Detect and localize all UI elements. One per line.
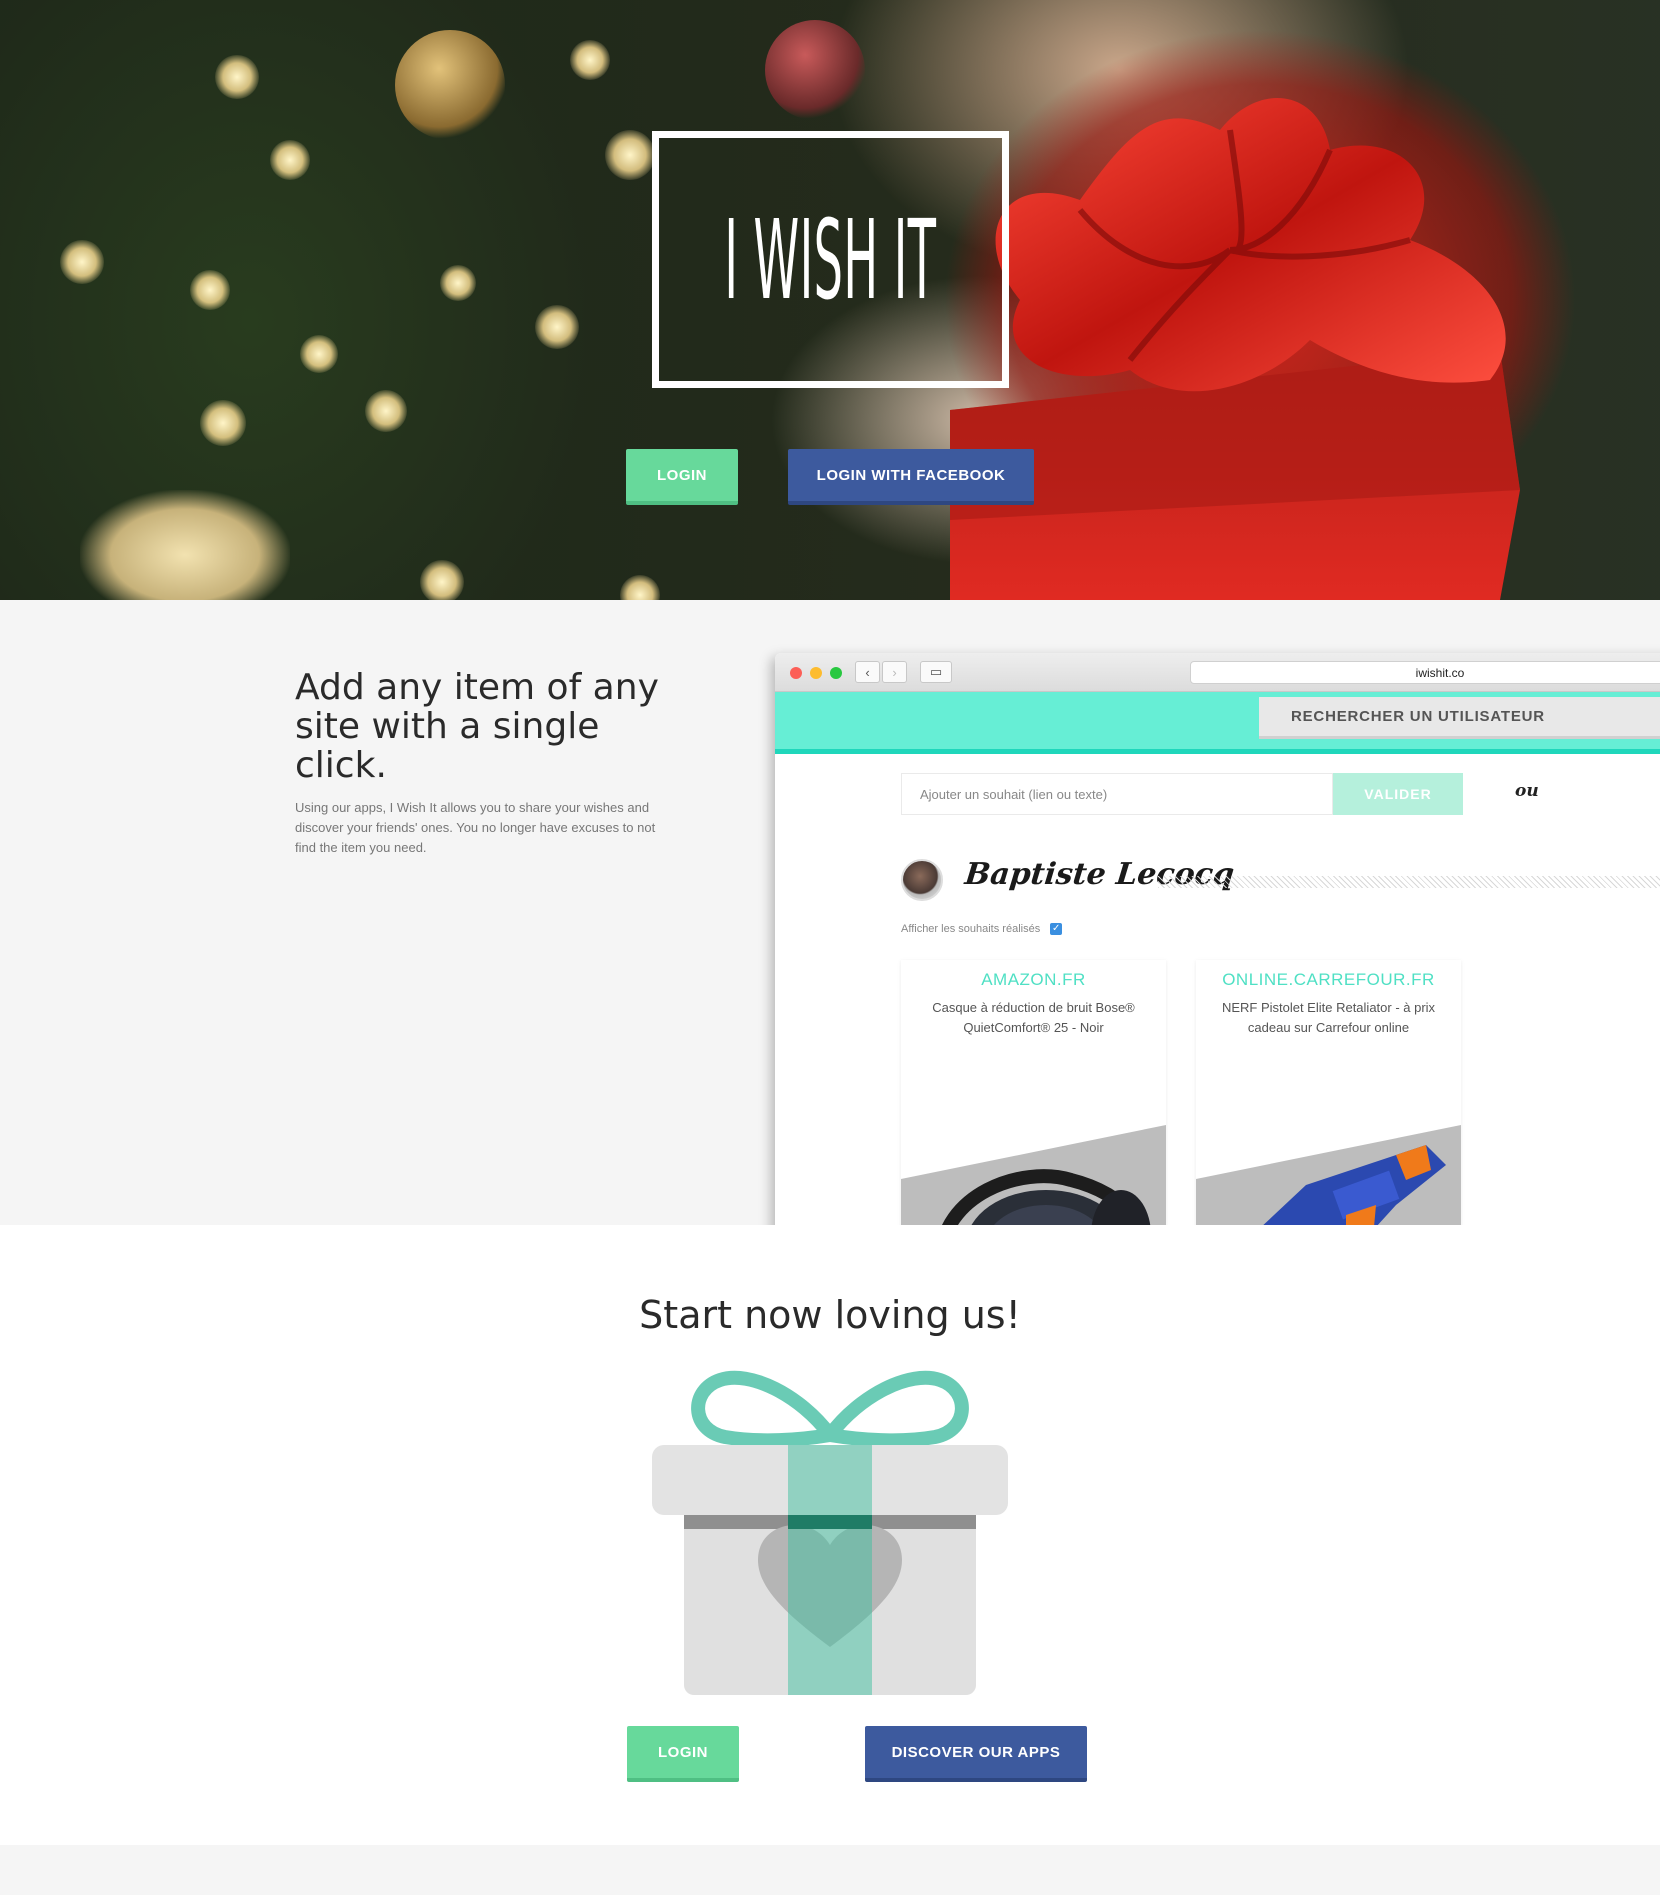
cta-login-button[interactable]: LOGIN <box>627 1726 739 1782</box>
browser-mockup: ‹ › ▭ iwishit.co RECHERCHER UN UTILISATE… <box>775 653 1660 1225</box>
back-arrow-icon: ‹ <box>855 661 880 683</box>
card-description: Casque à réduction de bruit Bose® QuietC… <box>932 1000 1135 1035</box>
forward-arrow-icon: › <box>882 661 907 683</box>
avatar <box>901 859 943 901</box>
card-image <box>901 1125 1166 1225</box>
login-button[interactable]: LOGIN <box>626 449 738 505</box>
bokeh-light <box>365 390 407 432</box>
show-done-toggle: Afficher les souhaits réalisés ✓ <box>901 923 1063 935</box>
bokeh-light <box>605 130 655 180</box>
nerf-blaster-image <box>1226 1145 1446 1225</box>
bow-decoration <box>80 490 290 600</box>
search-user-button: RECHERCHER UN UTILISATEUR <box>1259 697 1660 739</box>
red-gift-image <box>950 97 1520 600</box>
discover-apps-button[interactable]: DISCOVER OUR APPS <box>865 1726 1087 1782</box>
bokeh-light <box>300 335 338 373</box>
card-site: AMAZON.FR <box>981 970 1086 989</box>
card-image <box>1196 1125 1461 1225</box>
headphones-image <box>934 1169 1158 1225</box>
cta-section: Start now loving us! LOGIN DISCOVER OUR … <box>0 1225 1660 1845</box>
feature-section: Add any item of any site with a single c… <box>0 600 1660 1225</box>
valider-button: VALIDER <box>1333 773 1463 815</box>
feature-title: Add any item of any site with a single c… <box>295 667 659 786</box>
logo-box: I WISH IT <box>652 131 1009 388</box>
site-header: RECHERCHER UN UTILISATEUR <box>775 692 1660 754</box>
ornament <box>395 30 505 140</box>
wish-card: ONLINE.CARREFOUR.FR NERF Pistolet Elite … <box>1196 960 1461 1225</box>
bokeh-light <box>535 305 579 349</box>
card-site: ONLINE.CARREFOUR.FR <box>1222 970 1435 989</box>
sidebar-icon: ▭ <box>920 661 952 683</box>
bokeh-light <box>270 140 310 180</box>
gift-heart-icon <box>652 1370 1008 1695</box>
feature-description: Using our apps, I Wish It allows you to … <box>295 800 656 855</box>
bokeh-light <box>570 40 610 80</box>
url-bar: iwishit.co <box>1190 661 1660 684</box>
card-description: NERF Pistolet Elite Retaliator - à prix … <box>1221 1000 1436 1035</box>
login-facebook-button[interactable]: LOGIN WITH FACEBOOK <box>788 449 1034 505</box>
wish-card: AMAZON.FR Casque à réduction de bruit Bo… <box>901 960 1166 1225</box>
bokeh-light <box>190 270 230 310</box>
show-done-label: Afficher les souhaits réalisés <box>901 923 1041 935</box>
minimize-dot-icon <box>810 667 822 679</box>
bokeh-light <box>420 560 464 600</box>
bokeh-light <box>215 55 259 99</box>
cta-title: Start now loving us! <box>639 1293 1021 1337</box>
bokeh-light <box>60 240 104 284</box>
browser-toolbar: ‹ › ▭ iwishit.co <box>775 653 1660 692</box>
bokeh-light <box>200 400 246 446</box>
hatch-divider <box>1158 876 1660 888</box>
logo-text: I WISH IT <box>724 195 937 324</box>
or-label: ou <box>1515 781 1539 801</box>
bokeh-light <box>440 265 476 301</box>
footer-strip <box>0 1845 1660 1895</box>
maximize-dot-icon <box>830 667 842 679</box>
wish-input: Ajouter un souhait (lien ou texte) <box>901 773 1333 815</box>
hero-section: I WISH IT LOGIN LOGIN WITH FACEBOOK <box>0 0 1660 600</box>
close-dot-icon <box>790 667 802 679</box>
ornament <box>765 20 865 120</box>
checkbox-checked-icon: ✓ <box>1050 923 1063 935</box>
bokeh-light <box>620 575 660 600</box>
